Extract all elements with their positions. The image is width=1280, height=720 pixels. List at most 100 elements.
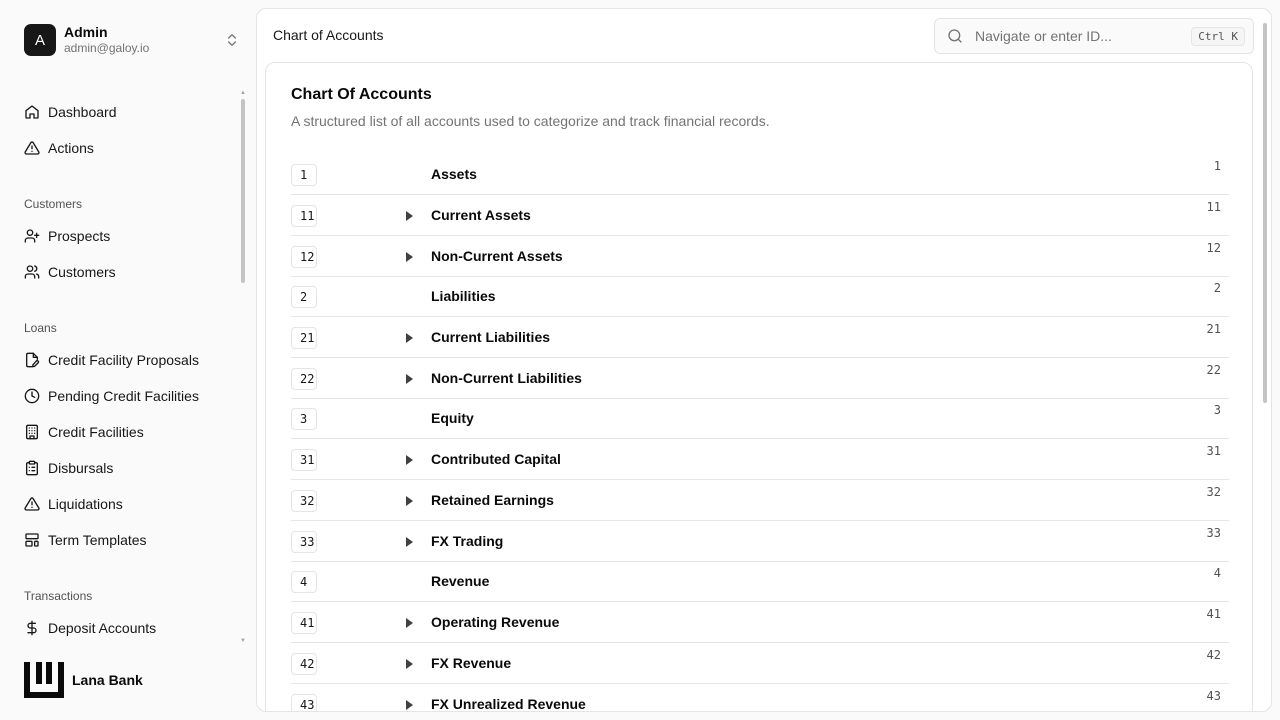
scroll-down-icon[interactable]: ▼ [239,638,247,644]
account-code: 31 [1206,443,1221,458]
sidebar-item-label: Actions [48,140,94,156]
sidebar-item-prospects[interactable]: Prospects [24,224,110,248]
account-code-badge: 43 [291,693,317,711]
account-code: 33 [1206,525,1221,540]
account-code: 43 [1206,688,1221,703]
account-row[interactable]: 31 Contributed Capital 31 [291,439,1229,480]
account-code: 4 [1213,566,1221,580]
sidebar-item-label: Pending Credit Facilities [48,388,199,404]
expand-caret-icon[interactable] [405,251,415,263]
sidebar-item-credit-facility-proposals[interactable]: Credit Facility Proposals [24,348,199,372]
expand-caret-icon[interactable] [405,332,415,344]
home-icon [25,105,39,119]
scroll-up-icon[interactable]: ▲ [239,90,247,96]
account-code-badge: 4 [291,571,317,593]
account-code-badge: 11 [291,204,317,227]
account-code-badge: 12 [291,245,317,268]
account-name: FX Revenue [431,654,512,671]
sidebar-item-label: Liquidations [48,496,123,512]
expand-caret-icon[interactable] [405,617,415,629]
sidebar: A Admin admin@galoy.io Dashboard Actions… [0,0,256,720]
sidebar-item-customers[interactable]: Customers [24,260,116,284]
users-icon [24,265,40,279]
layout-template-icon [25,533,39,547]
user-switcher[interactable]: A Admin admin@galoy.io [24,22,240,58]
nav-group-loans: Loans [24,321,57,335]
account-code: 21 [1206,321,1221,336]
account-row[interactable]: 42 FX Revenue 42 [291,643,1229,684]
sidebar-item-label: Prospects [48,228,111,244]
account-row[interactable]: 4 Revenue 4 [291,562,1229,602]
account-name: FX Trading [431,532,504,549]
nav-group-transactions: Transactions [24,589,93,603]
account-name: Revenue [431,573,490,589]
account-row[interactable]: 33 FX Trading 33 [291,521,1229,562]
file-edit-icon [26,352,40,368]
account-code-badge: 22 [291,367,317,390]
sidebar-item-label: Dashboard [48,104,117,120]
chevrons-up-down-icon [228,34,236,46]
account-name: Contributed Capital [431,450,561,467]
sidebar-item-label: Customers [48,264,116,280]
account-row[interactable]: 11 Current Assets 11 [291,195,1229,236]
brand-name: Lana Bank [72,672,143,688]
sidebar-item-deposit-accounts[interactable]: Deposit Accounts [24,616,156,640]
account-name: Non-Current Liabilities [431,369,582,386]
account-row[interactable]: 3 Equity 3 [291,399,1229,439]
account-name: Retained Earnings [431,491,554,508]
account-code-badge: 2 [291,286,317,308]
account-name: Current Liabilities [431,328,551,345]
account-name: Assets [431,166,477,182]
user-email: admin@galoy.io [64,41,150,56]
account-name: FX Unrealized Revenue [431,695,586,712]
search-input[interactable]: Navigate or enter ID... Ctrl K [934,18,1254,54]
sidebar-scrollbar[interactable]: ▲ ▼ [239,90,247,650]
sidebar-nav: Dashboard Actions Customers Prospects Cu… [0,90,250,650]
account-row[interactable]: 12 Non-Current Assets 12 [291,236,1229,277]
expand-caret-icon[interactable] [405,536,415,548]
expand-caret-icon[interactable] [405,699,415,711]
sidebar-item-term-templates[interactable]: Term Templates [24,528,147,552]
main-scrollbar[interactable] [1262,19,1268,709]
account-row[interactable]: 2 Liabilities 2 [291,277,1229,317]
account-name: Equity [431,410,474,426]
building-icon [26,424,38,440]
account-code: 3 [1213,403,1221,417]
expand-caret-icon[interactable] [405,210,415,222]
expand-caret-icon[interactable] [405,454,415,466]
sidebar-item-pending-credit-facilities[interactable]: Pending Credit Facilities [24,384,199,408]
account-row[interactable]: 22 Non-Current Liabilities 22 [291,358,1229,399]
alert-triangle-icon [24,497,40,511]
sidebar-item-label: Disbursals [48,460,114,476]
clock-icon [24,388,40,404]
card-title: Chart Of Accounts [291,86,432,103]
expand-caret-icon[interactable] [405,658,415,670]
account-row[interactable]: 43 FX Unrealized Revenue 43 [291,684,1229,712]
sidebar-item-credit-facilities[interactable]: Credit Facilities [24,420,144,444]
search-icon [948,29,962,43]
account-name: Current Assets [431,206,531,223]
expand-caret-icon[interactable] [405,373,415,385]
user-plus-icon [24,229,40,243]
scrollbar-thumb[interactable] [1263,23,1267,403]
account-row[interactable]: 32 Retained Earnings 32 [291,480,1229,521]
sidebar-item-actions[interactable]: Actions [24,136,94,160]
sidebar-item-dashboard[interactable]: Dashboard [24,100,117,124]
sidebar-item-disbursals[interactable]: Disbursals [24,456,113,480]
account-code: 1 [1213,159,1221,173]
alert-triangle-icon [24,141,40,155]
expand-caret-icon[interactable] [405,495,415,507]
scrollbar-thumb[interactable] [241,99,245,283]
account-row[interactable]: 41 Operating Revenue 41 [291,602,1229,643]
account-code-badge: 33 [291,530,317,553]
account-code: 22 [1206,362,1221,377]
card-description: A structured list of all accounts used t… [291,113,770,129]
account-row[interactable]: 21 Current Liabilities 21 [291,317,1229,358]
account-code: 42 [1206,647,1221,662]
sidebar-item-liquidations[interactable]: Liquidations [24,492,123,516]
account-code: 12 [1206,240,1221,255]
avatar: A [24,24,56,56]
main-panel: Chart of Accounts Navigate or enter ID..… [256,8,1272,712]
account-row[interactable]: 1 Assets 1 [291,155,1229,195]
user-name: Admin [64,24,108,41]
